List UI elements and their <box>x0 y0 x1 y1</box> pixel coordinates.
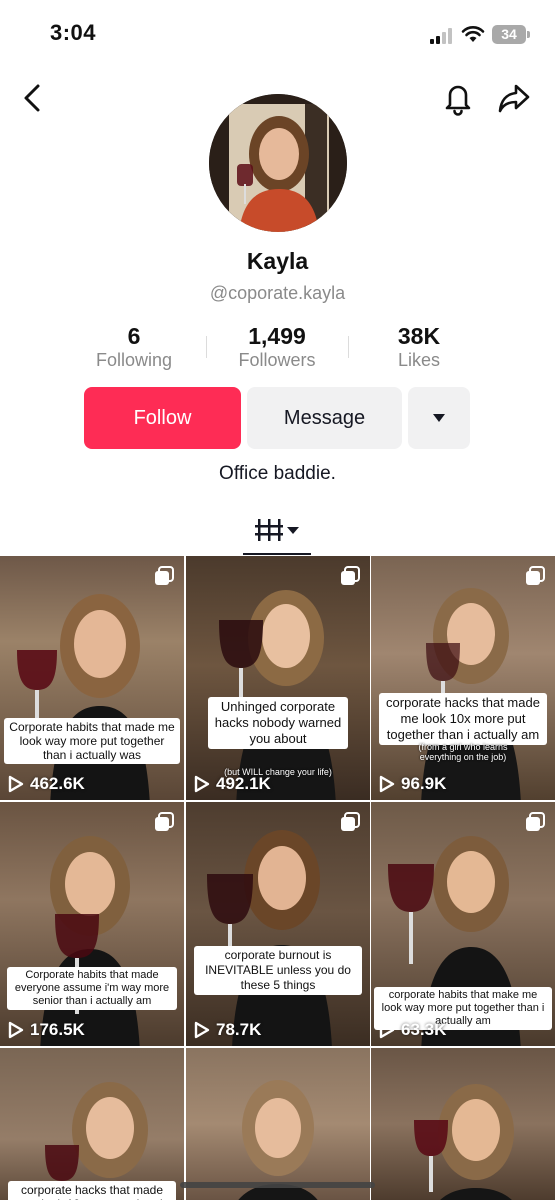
grid-icon <box>255 519 299 541</box>
avatar-image <box>209 94 347 232</box>
stat-value: 6 <box>127 323 141 349</box>
view-count: 176.5K <box>8 1020 85 1040</box>
multi-photo-icon <box>526 812 545 831</box>
stat-value: 1,499 <box>248 323 306 349</box>
video-tile[interactable]: corporate burnout is INEVITABLE unless y… <box>186 802 370 1046</box>
view-count: 78.7K <box>194 1020 261 1040</box>
back-icon[interactable] <box>18 82 46 114</box>
view-count-value: 78.7K <box>216 1020 262 1039</box>
video-tile[interactable]: corporate hacks that made me look 10x sm… <box>0 1048 184 1200</box>
video-tile[interactable]: Unhinged corporate hacks nobody warned y… <box>186 556 370 800</box>
play-icon <box>8 1021 24 1039</box>
multi-photo-icon <box>155 812 174 831</box>
wine-glass-image <box>17 650 57 722</box>
tab-videos[interactable] <box>243 510 311 555</box>
video-subcaption: (from a girl who learns everything on th… <box>418 742 508 762</box>
tab-underline <box>243 553 311 555</box>
video-tile[interactable] <box>371 1048 555 1200</box>
play-icon <box>379 1021 395 1039</box>
play-icon <box>194 1021 210 1039</box>
multi-photo-icon <box>341 812 360 831</box>
video-tile[interactable]: corporate habits that make me look way m… <box>371 802 555 1046</box>
video-tile[interactable]: Corporate habits that made everyone assu… <box>0 802 184 1046</box>
stat-label: Likes <box>397 350 441 370</box>
bell-icon[interactable] <box>442 80 474 116</box>
stat-value: 38K <box>397 323 441 349</box>
profile-handle: @coporate.kayla <box>209 283 346 303</box>
wine-glass-image <box>388 864 434 964</box>
chevron-down-icon <box>433 414 445 422</box>
more-options-button[interactable] <box>408 387 470 449</box>
battery-icon: 34 <box>492 25 526 44</box>
view-count: 462.6K <box>8 774 85 794</box>
home-indicator[interactable] <box>180 1182 375 1188</box>
stat-following[interactable]: 6 Following <box>64 322 204 371</box>
stat-followers[interactable]: 1,499 Followers <box>207 322 347 371</box>
stat-label: Following <box>95 350 173 370</box>
video-caption: Corporate habits that made me look way m… <box>4 718 180 764</box>
cellular-signal-icon <box>430 28 456 44</box>
multi-photo-icon <box>155 566 174 585</box>
video-tile[interactable]: Corporate habits that made me look way m… <box>0 556 184 800</box>
play-icon <box>194 775 210 793</box>
wifi-icon <box>461 26 485 42</box>
message-button[interactable]: Message <box>247 387 402 449</box>
view-count-value: 63.3K <box>401 1020 447 1039</box>
play-icon <box>379 775 395 793</box>
view-count-value: 96.9K <box>401 774 447 793</box>
play-icon <box>8 775 24 793</box>
video-thumbnail <box>238 1080 318 1200</box>
view-count-value: 492.1K <box>216 774 271 793</box>
stat-likes[interactable]: 38K Likes <box>349 322 489 371</box>
status-bar: 3:04 34 <box>0 0 555 70</box>
view-count: 492.1K <box>194 774 271 794</box>
video-caption: corporate hacks that made me look 10x mo… <box>379 693 547 745</box>
share-icon[interactable] <box>496 80 532 116</box>
multi-photo-icon <box>341 566 360 585</box>
profile-name: Kayla <box>246 248 309 274</box>
view-count-value: 176.5K <box>30 1020 85 1039</box>
battery-tip <box>527 31 530 38</box>
avatar[interactable] <box>209 94 347 232</box>
video-caption: Corporate habits that made everyone assu… <box>7 967 177 1010</box>
profile-bio: Office baddie. <box>219 463 336 484</box>
multi-photo-icon <box>526 566 545 585</box>
view-count: 96.9K <box>379 774 446 794</box>
follow-button[interactable]: Follow <box>84 387 241 449</box>
video-caption: corporate hacks that made me look 10x sm… <box>8 1181 176 1200</box>
wine-glass-image <box>414 1120 448 1192</box>
view-count: 63.3K <box>379 1020 446 1040</box>
video-tile[interactable]: corporate hacks that made me look 10x mo… <box>371 556 555 800</box>
video-caption: corporate burnout is INEVITABLE unless y… <box>194 946 362 995</box>
status-time: 3:04 <box>50 20 97 45</box>
video-caption: Unhinged corporate hacks nobody warned y… <box>208 697 348 749</box>
stat-label: Followers <box>238 350 316 370</box>
view-count-value: 462.6K <box>30 774 85 793</box>
video-tile[interactable] <box>186 1048 370 1200</box>
